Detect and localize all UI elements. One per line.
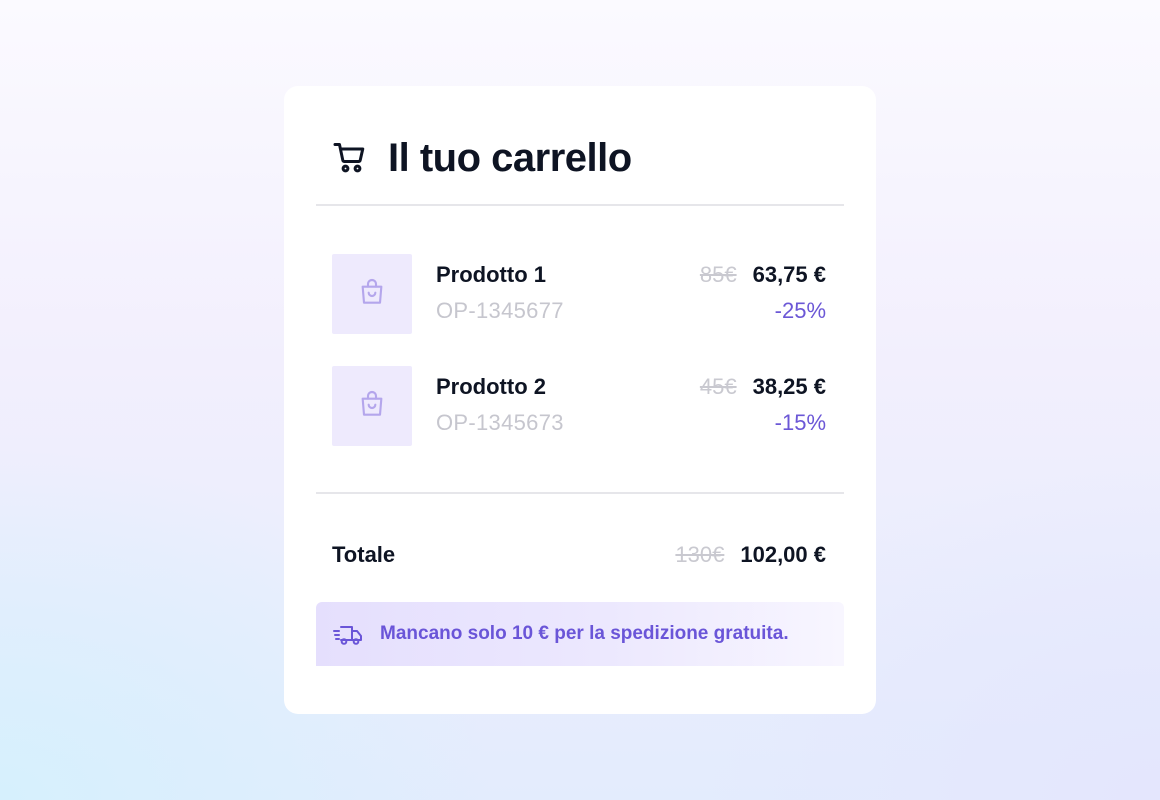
shopping-bag-icon <box>356 276 388 313</box>
shopping-cart-icon <box>332 140 368 176</box>
discounted-price: 38,25 € <box>752 374 826 399</box>
items-divider <box>316 492 844 494</box>
original-price: 45€ <box>699 374 737 399</box>
discount-badge: -25% <box>774 298 826 323</box>
header-divider <box>316 204 844 206</box>
product-sku: OP-1345673 <box>436 410 564 435</box>
original-price: 85€ <box>699 262 737 287</box>
product-name[interactable]: Prodotto 2 <box>436 374 546 400</box>
cart-item[interactable]: Prodotto 1 OP-1345677 85€ 63,75 € -25% <box>332 254 826 334</box>
fast-delivery-truck-icon <box>332 618 364 650</box>
total-row: Totale 130€ 102,00 € <box>332 540 826 572</box>
cart-item[interactable]: Prodotto 2 OP-1345673 45€ 38,25 € -15% <box>332 366 826 446</box>
total-price: 102,00 € <box>740 542 826 567</box>
shopping-bag-icon <box>356 388 388 425</box>
page-title: Il tuo carrello <box>388 135 632 180</box>
product-name[interactable]: Prodotto 1 <box>436 262 546 288</box>
total-label: Totale <box>332 542 396 567</box>
cart-header: Il tuo carrello <box>332 134 632 182</box>
shipping-notice-text: Mancano solo 10 € per la spedizione grat… <box>380 623 789 644</box>
product-prices: 85€ 63,75 € <box>700 262 826 288</box>
cart-card: Il tuo carrello Prodotto 1 OP-1345677 85… <box>284 86 876 714</box>
product-thumbnail[interactable] <box>332 254 412 334</box>
total-prices: 130€ 102,00 € <box>675 542 826 568</box>
total-original-price: 130€ <box>675 542 725 567</box>
free-shipping-banner: Mancano solo 10 € per la spedizione grat… <box>316 602 844 666</box>
discounted-price: 63,75 € <box>752 262 826 287</box>
discount-badge: -15% <box>774 410 826 435</box>
product-thumbnail[interactable] <box>332 366 412 446</box>
product-sku: OP-1345677 <box>436 298 564 323</box>
product-prices: 45€ 38,25 € <box>700 374 826 400</box>
